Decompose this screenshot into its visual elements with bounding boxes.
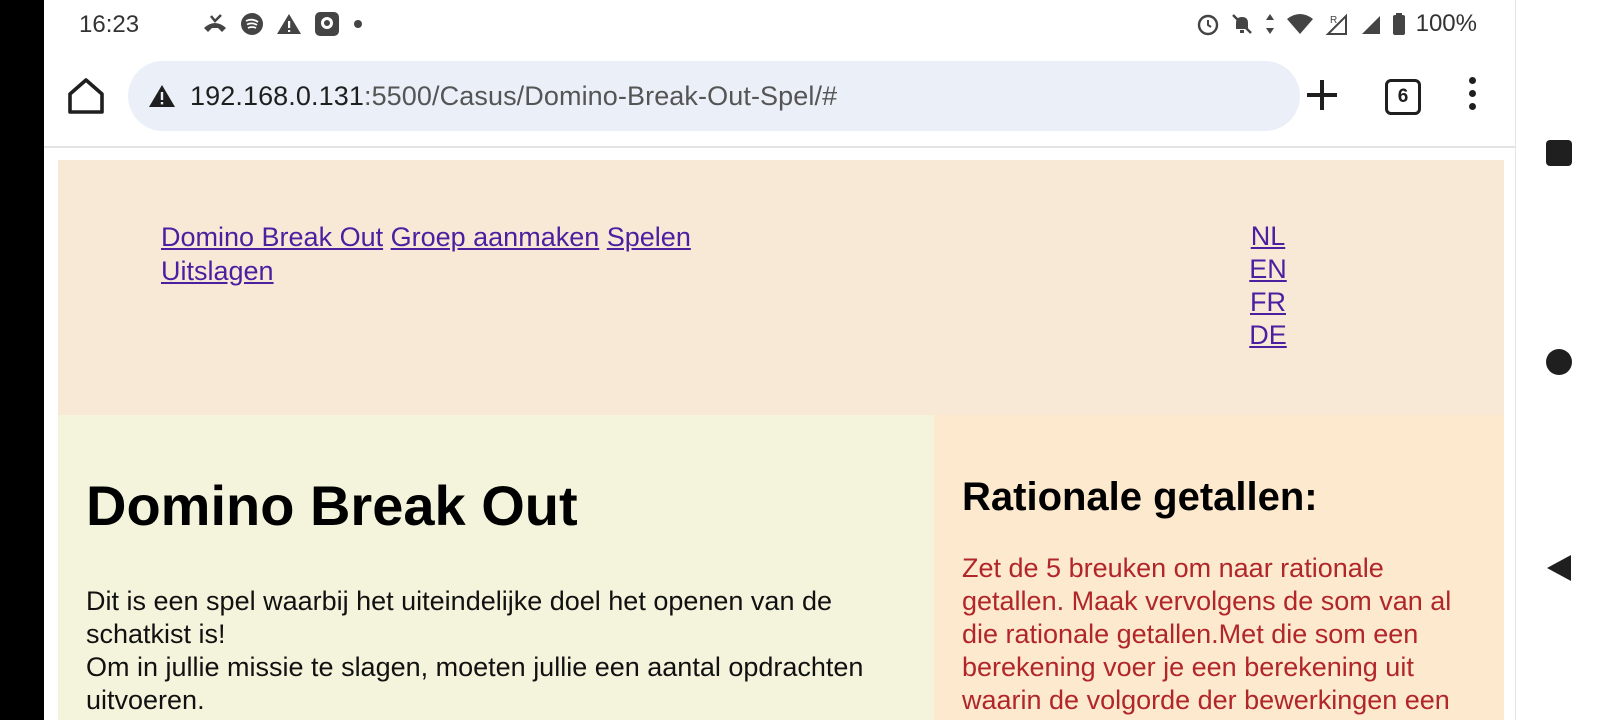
home-nav-button[interactable] <box>1544 347 1574 377</box>
notification-icons <box>202 10 364 38</box>
system-icons: R 100% <box>1196 10 1477 38</box>
page-title: Domino Break Out <box>86 474 578 537</box>
back-button[interactable] <box>1544 553 1574 583</box>
nav-link-create-group[interactable]: Groep aanmaken <box>391 222 600 252</box>
nav-link-play[interactable]: Spelen <box>607 222 691 252</box>
not-secure-warning-icon[interactable] <box>148 82 176 110</box>
data-arrows-icon <box>1265 14 1274 34</box>
battery-icon <box>1392 13 1405 35</box>
silent-bell-icon <box>1231 14 1252 34</box>
language-switcher: NL EN FR DE <box>1238 220 1298 352</box>
main-content: Domino Break Out Dit is een spel waarbij… <box>58 415 934 720</box>
battery-percent: 100% <box>1415 10 1477 37</box>
side-panel-text: Zet de 5 breuken om naar rationale getal… <box>962 553 1452 715</box>
intro-line-2: Om in jullie missie te slagen, moeten ju… <box>86 652 864 715</box>
plus-icon <box>1307 80 1337 110</box>
back-triangle-icon <box>1547 555 1571 581</box>
nav-link-home[interactable]: Domino Break Out <box>161 222 383 252</box>
alarm-icon <box>1197 14 1218 36</box>
lang-de[interactable]: DE <box>1238 319 1298 352</box>
android-nav-bar <box>1515 0 1600 720</box>
signal-roaming-icon: R <box>1325 13 1347 35</box>
more-menu-icon[interactable] <box>1462 77 1482 117</box>
url-host: 192.168.0.131 <box>190 80 364 111</box>
status-bar: 16:23 R 100% <box>44 0 1515 50</box>
spotify-icon <box>241 13 263 35</box>
intro-text: Dit is een spel waarbij het uiteindelijk… <box>86 585 906 717</box>
status-time: 16:23 <box>79 11 140 38</box>
lang-fr[interactable]: FR <box>1238 286 1298 319</box>
site-header: Domino Break Out Groep aanmaken Spelen U… <box>58 160 1504 415</box>
side-panel: Rationale getallen: Zet de 5 breuken om … <box>934 415 1504 720</box>
url-path: :5500/Casus/Domino-Break-Out-Spel/# <box>363 80 838 111</box>
site-nav: Domino Break Out Groep aanmaken Spelen U… <box>161 220 721 288</box>
browser-toolbar: 192.168.0.131:5500/Casus/Domino-Break-Ou… <box>44 50 1515 148</box>
svg-text:R: R <box>1330 15 1337 26</box>
web-page: Domino Break Out Groep aanmaken Spelen U… <box>58 160 1504 720</box>
new-tab-button[interactable] <box>1299 72 1345 118</box>
url-text[interactable]: 192.168.0.131:5500/Casus/Domino-Break-Ou… <box>190 81 837 112</box>
side-panel-title: Rationale getallen: <box>962 475 1318 519</box>
signal-icon <box>1361 16 1380 34</box>
circle-icon <box>1546 349 1572 375</box>
tab-switcher-button[interactable]: 6 <box>1385 79 1421 115</box>
home-icon[interactable] <box>64 74 108 118</box>
app-notification-icon <box>315 12 339 36</box>
recents-button[interactable] <box>1544 138 1574 168</box>
nav-link-results[interactable]: Uitslagen <box>161 256 274 286</box>
square-icon <box>1546 140 1572 166</box>
lang-en[interactable]: EN <box>1238 253 1298 286</box>
address-bar[interactable]: 192.168.0.131:5500/Casus/Domino-Break-Ou… <box>128 61 1300 131</box>
lang-nl[interactable]: NL <box>1238 220 1298 253</box>
intro-line-1: Dit is een spel waarbij het uiteindelijk… <box>86 586 832 649</box>
more-dot-icon <box>354 20 362 28</box>
wifi-icon <box>1286 14 1313 34</box>
warning-icon <box>277 14 301 34</box>
screen-bezel <box>0 0 44 720</box>
missed-call-icon <box>204 14 226 32</box>
